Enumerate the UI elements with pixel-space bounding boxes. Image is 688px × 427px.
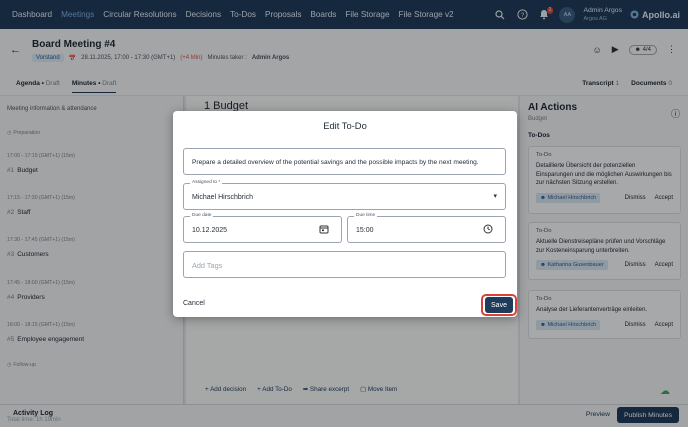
description-value: Prepare a detailed overview of the poten…: [192, 159, 479, 166]
calendar-icon[interactable]: [319, 224, 329, 236]
dialog-title: Edit To-Do: [323, 120, 367, 131]
assignee-label: Assigned to *: [190, 180, 223, 185]
clock-icon[interactable]: [483, 224, 493, 236]
due-date-label: Due date: [190, 213, 214, 218]
edit-todo-dialog: Edit To-Do Prepare a detailed overview o…: [173, 111, 517, 317]
assignee-value: Michael Hirschbrich: [192, 194, 254, 201]
due-time-value: 15:00: [356, 227, 374, 234]
description-field[interactable]: Prepare a detailed overview of the poten…: [183, 148, 506, 175]
save-button[interactable]: Save: [485, 297, 513, 313]
due-time-label: Due time: [354, 213, 378, 218]
tags-input[interactable]: Add Tags: [183, 251, 506, 278]
tags-placeholder: Add Tags: [192, 261, 223, 270]
assignee-select[interactable]: Assigned to * Michael Hirschbrich ▾: [183, 180, 506, 210]
due-time-field[interactable]: Due time 15:00: [347, 213, 506, 243]
cancel-button[interactable]: Cancel: [183, 300, 205, 307]
chevron-down-icon[interactable]: ▾: [493, 192, 497, 200]
due-date-value: 10.12.2025: [192, 227, 228, 234]
due-date-field[interactable]: Due date 10.12.2025: [183, 213, 342, 243]
